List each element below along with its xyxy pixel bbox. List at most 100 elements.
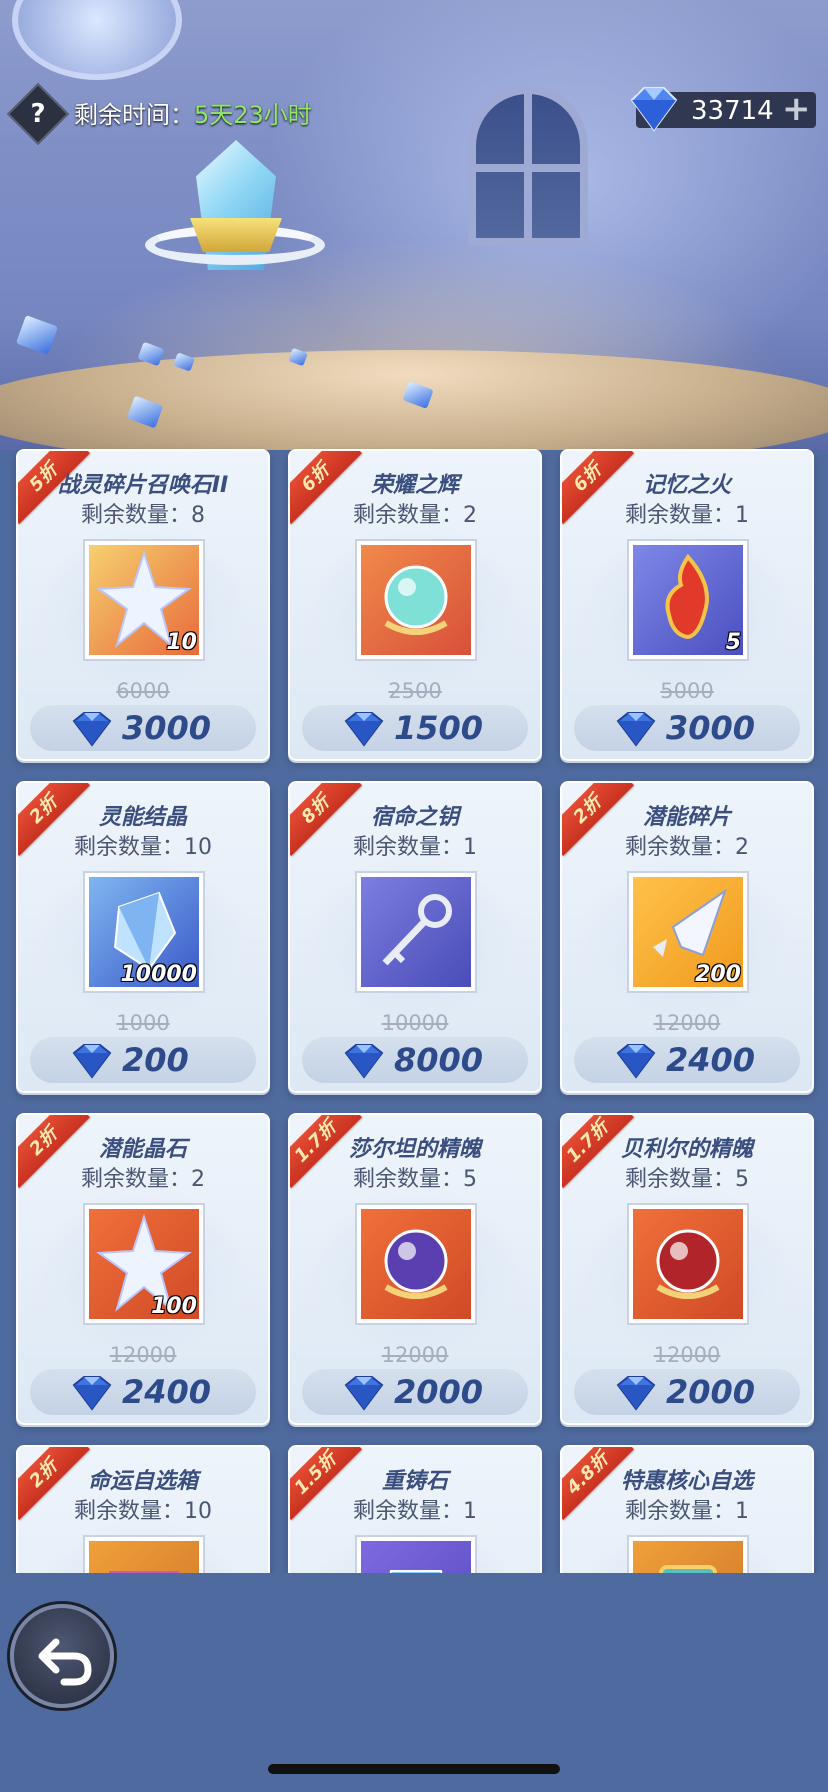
buy-button[interactable]: 1500 — [302, 705, 528, 751]
item-name: 记忆之火 — [642, 473, 731, 498]
item-icon-frame[interactable] — [627, 1203, 749, 1325]
original-price-value: 12000 — [109, 1343, 177, 1367]
arched-window — [468, 86, 588, 246]
buy-button[interactable]: 3000 — [30, 705, 256, 751]
item-icon-frame[interactable] — [355, 1535, 477, 1573]
item-icon-frame[interactable]: 200 — [627, 871, 749, 993]
help-icon: ? — [30, 99, 46, 129]
diamond-icon — [70, 1375, 114, 1415]
stock-label: 剩余数量： — [73, 1499, 184, 1524]
item-stock: 剩余数量：2 — [290, 497, 540, 529]
item-name: 贝利尔的精魄 — [620, 1137, 753, 1162]
item-icon-frame[interactable]: 10000 — [83, 871, 205, 993]
original-price: 1000 — [18, 1011, 268, 1035]
original-price-value: 10000 — [381, 1011, 449, 1035]
sale-price: 1500 — [394, 709, 484, 747]
item-icon-frame[interactable] — [355, 871, 477, 993]
diamond-icon — [614, 711, 658, 751]
item-name: 特惠核心自选 — [620, 1469, 753, 1494]
item-stock: 剩余数量：10 — [18, 829, 268, 861]
item-quantity: 200 — [695, 962, 741, 987]
shop-item-card[interactable]: 1.7折 贝利尔的精魄 剩余数量：5 12000 2000 — [560, 1113, 814, 1425]
buy-button[interactable]: 2400 — [574, 1037, 800, 1083]
shop-item-grid[interactable]: 5折 战灵碎片召唤石II 剩余数量：8 10 6000 3000 6折 荣耀之辉 剩余数量：2 2… — [0, 445, 828, 1573]
item-name: 灵能结晶 — [98, 805, 187, 830]
buy-button[interactable]: 200 — [30, 1037, 256, 1083]
shop-item-card[interactable]: 4.8折 特惠核心自选 剩余数量：1 — [560, 1445, 814, 1573]
original-price: 5000 — [562, 679, 812, 703]
back-arrow-icon — [38, 1638, 92, 1686]
item-icon-frame[interactable]: 100 — [83, 1203, 205, 1325]
stock-value: 1 — [463, 1499, 477, 1524]
sale-price: 200 — [122, 1041, 189, 1079]
item-icon-frame[interactable] — [627, 1535, 749, 1573]
shop-item-card[interactable]: 6折 荣耀之辉 剩余数量：2 2500 1500 — [288, 449, 542, 761]
home-indicator — [268, 1764, 560, 1774]
sale-price: 2400 — [122, 1373, 212, 1411]
remaining-time: 剩余时间：5天23小时 — [74, 95, 312, 130]
item-stock: 剩余数量：5 — [562, 1161, 812, 1193]
original-price-value: 12000 — [653, 1343, 721, 1367]
dark-orb-icon — [361, 1209, 471, 1319]
item-name: 宿命之钥 — [370, 805, 459, 830]
diamond-icon — [614, 1043, 658, 1083]
shop-item-card[interactable]: 2折 灵能结晶 剩余数量：10 10000 1000 200 — [16, 781, 270, 1093]
stock-label: 剩余数量： — [624, 835, 735, 860]
item-icon-frame[interactable]: 10 — [83, 539, 205, 661]
key-icon — [361, 877, 471, 987]
stock-label: 剩余数量： — [624, 503, 735, 528]
shop-item-card[interactable]: 5折 战灵碎片召唤石II 剩余数量：8 10 6000 3000 — [16, 449, 270, 761]
original-price: 10000 — [290, 1011, 540, 1035]
original-price: 12000 — [562, 1343, 812, 1367]
original-price: 12000 — [562, 1011, 812, 1035]
sale-price: 2000 — [394, 1373, 484, 1411]
back-button[interactable] — [10, 1604, 114, 1708]
item-icon-frame[interactable]: 5 — [627, 539, 749, 661]
shop-item-card[interactable]: 2折 潜能碎片 剩余数量：2 200 12000 2400 — [560, 781, 814, 1093]
item-stock: 剩余数量：1 — [562, 497, 812, 529]
stone-icon — [361, 1541, 471, 1573]
stock-value: 10 — [184, 835, 212, 860]
shop-item-card[interactable]: 1.5折 重铸石 剩余数量：1 — [288, 1445, 542, 1573]
item-name: 荣耀之辉 — [370, 473, 459, 498]
original-price-value: 1000 — [116, 1011, 170, 1035]
stock-label: 剩余数量： — [624, 1499, 735, 1524]
buy-button[interactable]: 2000 — [302, 1369, 528, 1415]
item-stock: 剩余数量：1 — [290, 829, 540, 861]
original-price-value: 2500 — [388, 679, 442, 703]
red-orb-icon — [633, 1209, 743, 1319]
stock-label: 剩余数量： — [352, 835, 463, 860]
item-icon-frame[interactable] — [355, 1203, 477, 1325]
orb-icon — [361, 545, 471, 655]
diamond-icon — [342, 1375, 386, 1415]
box-icon — [89, 1541, 199, 1573]
item-name: 命运自选箱 — [87, 1469, 198, 1494]
diamond-icon — [342, 1043, 386, 1083]
original-price-value: 12000 — [653, 1011, 721, 1035]
shop-banner — [0, 0, 828, 450]
buy-button[interactable]: 3000 — [574, 705, 800, 751]
stock-label: 剩余数量： — [73, 835, 184, 860]
buy-button[interactable]: 2400 — [30, 1369, 256, 1415]
original-price: 12000 — [290, 1343, 540, 1367]
stock-value: 1 — [735, 1499, 749, 1524]
shop-item-card[interactable]: 2折 潜能晶石 剩余数量：2 100 12000 2400 — [16, 1113, 270, 1425]
shop-item-card[interactable]: 2折 命运自选箱 剩余数量：10 — [16, 1445, 270, 1573]
diamond-balance: 33714 + — [630, 87, 816, 132]
item-name: 潜能碎片 — [642, 805, 731, 830]
shop-item-card[interactable]: 1.7折 莎尔坦的精魄 剩余数量：5 12000 2000 — [288, 1113, 542, 1425]
sale-price: 3000 — [122, 709, 212, 747]
item-icon-frame[interactable] — [355, 539, 477, 661]
shop-item-card[interactable]: 6折 记忆之火 剩余数量：1 5 5000 3000 — [560, 449, 814, 761]
buy-button[interactable]: 8000 — [302, 1037, 528, 1083]
add-diamond-button[interactable]: + — [782, 92, 811, 126]
original-price: 12000 — [18, 1343, 268, 1367]
item-icon-frame[interactable] — [83, 1535, 205, 1573]
shop-item-card[interactable]: 8折 宿命之钥 剩余数量：1 10000 8000 — [288, 781, 542, 1093]
item-stock: 剩余数量：10 — [18, 1493, 268, 1525]
stock-value: 5 — [735, 1167, 749, 1192]
buy-button[interactable]: 2000 — [574, 1369, 800, 1415]
stock-value: 2 — [191, 1167, 205, 1192]
diamond-icon — [70, 711, 114, 751]
stock-value: 8 — [191, 503, 205, 528]
